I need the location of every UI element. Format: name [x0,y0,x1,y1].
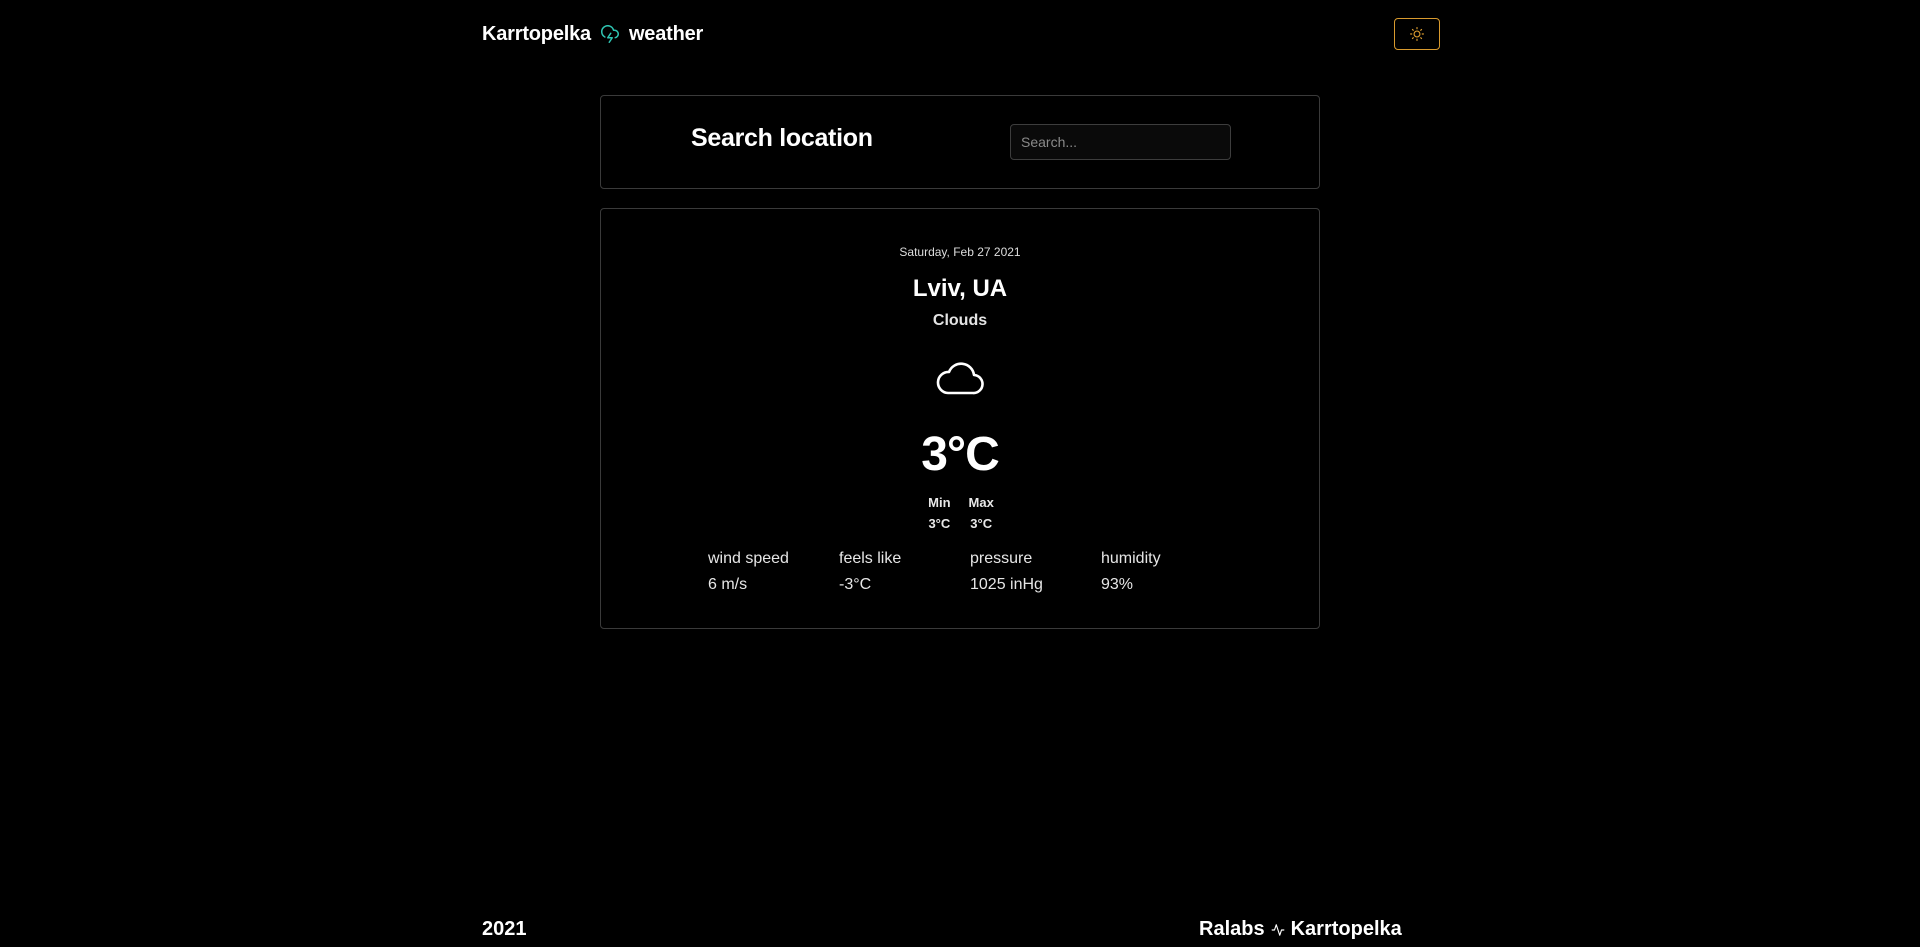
stat-value: 6 m/s [708,576,748,593]
sun-icon [1410,27,1424,41]
city-name: Lviv, UA [912,275,1008,302]
stat-wind-speed: wind speed 6 m/s [708,546,839,598]
min-label: Min [928,495,951,510]
brand-suffix: weather [628,22,704,45]
stat-label: pressure [970,550,1033,567]
footer-credit[interactable]: Ralabs Karrtopelka [1199,918,1402,941]
theme-toggle-button[interactable] [1394,18,1440,50]
weather-stats: wind speed 6 m/s feels like -3°C pressur… [708,546,1232,598]
weather-date: Saturday, Feb 27 2021 [899,245,1021,259]
page: Karrtopelka weather Search location Sear… [0,0,1920,947]
stat-humidity: humidity 93% [1101,546,1232,598]
current-temperature: 3°C [921,428,1000,481]
min-temperature: Min 3°C [928,492,950,534]
stat-value: 93% [1101,576,1134,593]
brand-logo[interactable]: Karrtopelka weather [482,23,703,46]
footer-credit-company: Ralabs [1199,918,1265,940]
stat-label: humidity [1101,550,1161,567]
weather-card: Saturday, Feb 27 2021 Lviv, UA Clouds 3°… [600,208,1320,629]
stat-feels-like: feels like -3°C [839,546,970,598]
weather-condition: Clouds [932,312,988,329]
app-header: Karrtopelka weather [482,14,1440,54]
cloud-icon [601,355,1319,399]
min-max-temperature: Min 3°C Max 3°C [601,492,1319,534]
search-card: Search location [600,95,1320,189]
max-value: 3°C [970,516,993,531]
search-input[interactable] [1010,124,1231,160]
max-label: Max [968,495,994,510]
stat-pressure: pressure 1025 inHg [970,546,1101,598]
min-value: 3°C [928,516,951,531]
brand-name: Karrtopelka [482,22,591,45]
footer-year: 2021 [482,918,527,940]
search-title: Search location [691,124,873,152]
stat-value: -3°C [839,576,872,593]
activity-icon [1271,923,1285,937]
cloud-lightning-icon [600,25,619,43]
stat-label: wind speed [708,550,789,567]
stat-label: feels like [839,550,902,567]
footer-credit-author: Karrtopelka [1290,918,1402,940]
stat-value: 1025 inHg [970,576,1043,593]
max-temperature: Max 3°C [969,492,994,534]
